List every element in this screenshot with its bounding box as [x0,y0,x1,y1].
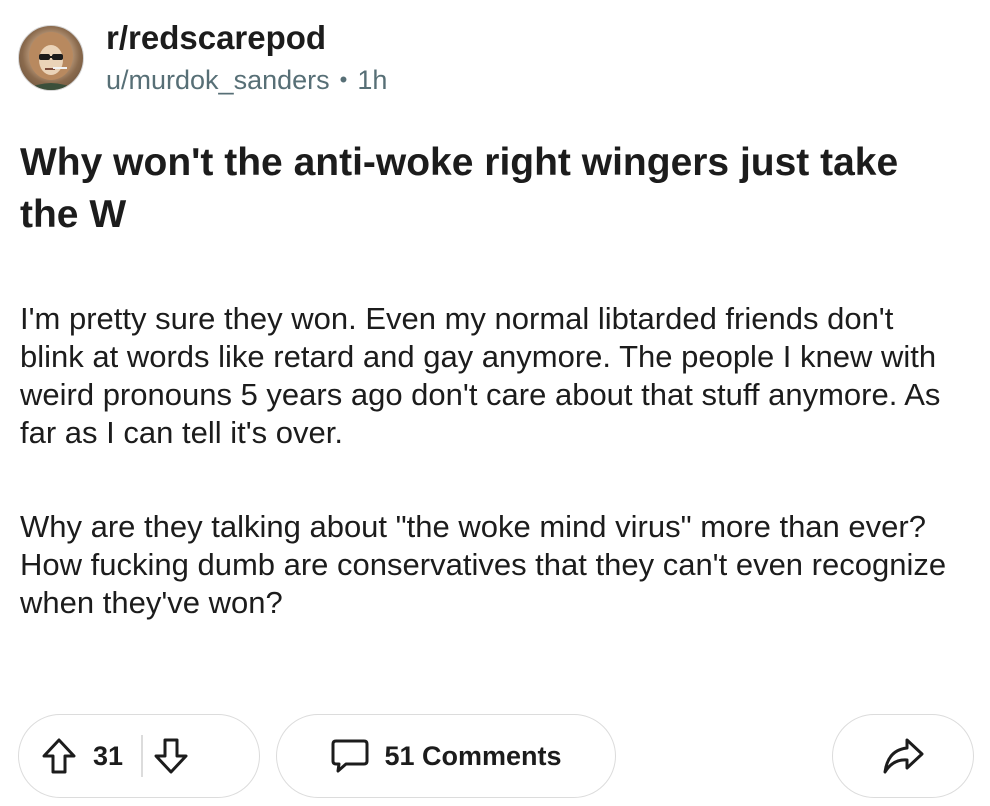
post-action-bar: 31 51 Comments [18,714,974,800]
upvote-button[interactable] [41,737,77,775]
post-meta: r/redscarepod u/murdok_sanders • 1h [106,18,387,98]
byline-separator: • [339,67,348,92]
post-byline: u/murdok_sanders • 1h [106,62,387,98]
subreddit-avatar[interactable] [18,25,84,91]
vote-count: 31 [93,740,124,771]
avatar-figure-icon [25,32,77,90]
post-age: 1h [357,65,388,95]
author-username[interactable]: u/murdok_sanders [106,62,330,98]
comments-count-label: 51 Comments [384,740,562,771]
comments-button[interactable]: 51 Comments [276,714,616,798]
vote-control: 31 [18,714,260,798]
post-paragraph: Why are they talking about "the woke min… [20,509,947,620]
subreddit-name[interactable]: r/redscarepod [106,18,387,58]
post-header: r/redscarepod u/murdok_sanders • 1h [18,18,387,98]
share-button[interactable] [832,714,974,798]
post-body: I'm pretty sure they won. Even my normal… [20,300,960,678]
vote-divider [141,735,144,777]
share-arrow-icon [883,738,924,774]
speech-bubble-icon [331,739,369,773]
downvote-button[interactable] [153,737,189,775]
upvote-arrow-icon [42,738,76,774]
post-paragraph: I'm pretty sure they won. Even my normal… [20,301,941,450]
downvote-arrow-icon [154,738,188,774]
post-title[interactable]: Why won't the anti-woke right wingers ju… [20,137,960,241]
